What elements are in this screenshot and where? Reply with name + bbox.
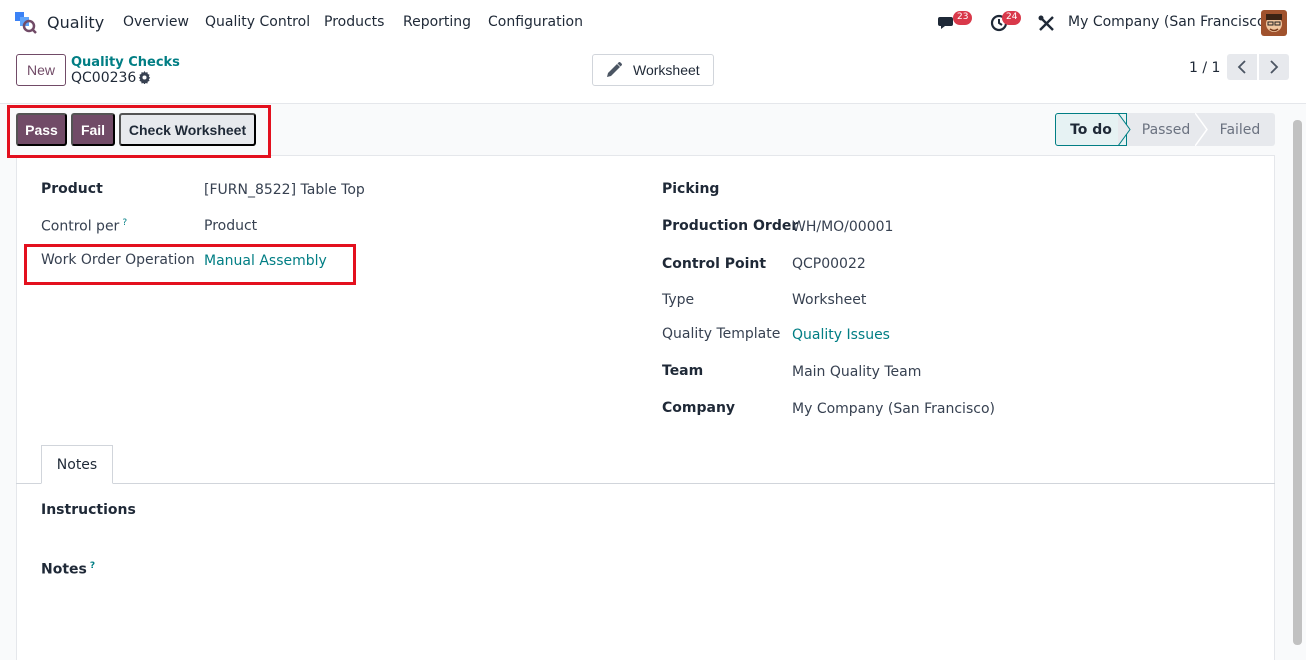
quality-template-label: Quality Template (662, 326, 781, 342)
stage-to-do[interactable]: To do (1055, 113, 1127, 146)
production-order-label: Production Order (662, 218, 799, 234)
record-name: QC00236 (71, 70, 137, 86)
type-label: Type (662, 292, 695, 308)
wrench-screwdriver-icon (1038, 15, 1054, 31)
instructions-label: Instructions (41, 502, 136, 518)
pager-value[interactable]: 1 / 1 (1189, 60, 1220, 76)
menu-overview[interactable]: Overview (123, 14, 189, 30)
messages-badge: 23 (953, 11, 973, 25)
team-field[interactable]: Main Quality Team (792, 364, 921, 380)
company-switcher[interactable]: My Company (San Francisco) (1068, 14, 1271, 30)
chevron-left-icon (1237, 60, 1246, 74)
type-field[interactable]: Worksheet (792, 292, 866, 308)
menu-configuration[interactable]: Configuration (488, 14, 583, 30)
product-label: Product (41, 181, 103, 197)
pager-next-button[interactable] (1259, 54, 1289, 80)
product-field[interactable]: [FURN_8522] Table Top (204, 182, 365, 198)
notes-help-icon[interactable]: ? (90, 561, 95, 571)
debug-tools-button[interactable] (1038, 0, 1056, 46)
worksheet-smart-button[interactable]: Worksheet (592, 54, 714, 86)
stage-passed[interactable]: Passed (1127, 113, 1205, 146)
control-point-label: Control Point (662, 256, 767, 272)
stage-arrow-1 (1118, 113, 1131, 146)
tab-notes[interactable]: Notes (41, 445, 113, 484)
production-order-field[interactable]: WH/MO/00001 (792, 219, 893, 235)
top-navbar: Quality Overview Quality Control Product… (0, 0, 1306, 46)
menu-products[interactable]: Products (324, 14, 384, 30)
breadcrumb-quality-checks[interactable]: Quality Checks (71, 55, 180, 70)
status-bar: To do Passed Failed (1055, 113, 1275, 146)
actions-highlight-box (7, 105, 271, 158)
notes-label: Notes? (41, 561, 95, 578)
vertical-scrollbar[interactable] (1293, 120, 1302, 645)
gear-icon[interactable] (138, 71, 151, 88)
app-name[interactable]: Quality (47, 13, 104, 32)
work-order-highlight-box (24, 244, 356, 285)
chevron-right-icon (1270, 60, 1279, 74)
control-point-field[interactable]: QCP00022 (792, 256, 866, 272)
company-field[interactable]: My Company (San Francisco) (792, 401, 995, 417)
company-label: Company (662, 400, 736, 416)
menu-reporting[interactable]: Reporting (403, 14, 471, 30)
quality-template-field[interactable]: Quality Issues (792, 327, 890, 343)
stage-arrow-2 (1195, 113, 1208, 146)
stage-failed[interactable]: Failed (1205, 113, 1275, 146)
team-label: Team (662, 363, 704, 379)
activities-badge: 24 (1002, 11, 1022, 25)
user-avatar[interactable] (1261, 10, 1287, 36)
control-per-label: Control per? (41, 218, 127, 235)
notes-label-text: Notes (41, 561, 87, 578)
control-per-label-text: Control per (41, 218, 120, 235)
worksheet-label: Worksheet (633, 62, 700, 78)
notebook-tab-divider (16, 483, 1275, 484)
picking-label: Picking (662, 181, 720, 197)
control-per-help-icon[interactable]: ? (122, 218, 127, 228)
pencil-icon (607, 62, 622, 77)
new-button[interactable]: New (16, 54, 66, 86)
menu-quality-control[interactable]: Quality Control (205, 14, 310, 30)
control-per-field[interactable]: Product (204, 218, 257, 234)
notes-editor[interactable] (41, 585, 1251, 645)
quality-app-icon[interactable] (15, 12, 37, 34)
pager-previous-button[interactable] (1227, 54, 1257, 80)
